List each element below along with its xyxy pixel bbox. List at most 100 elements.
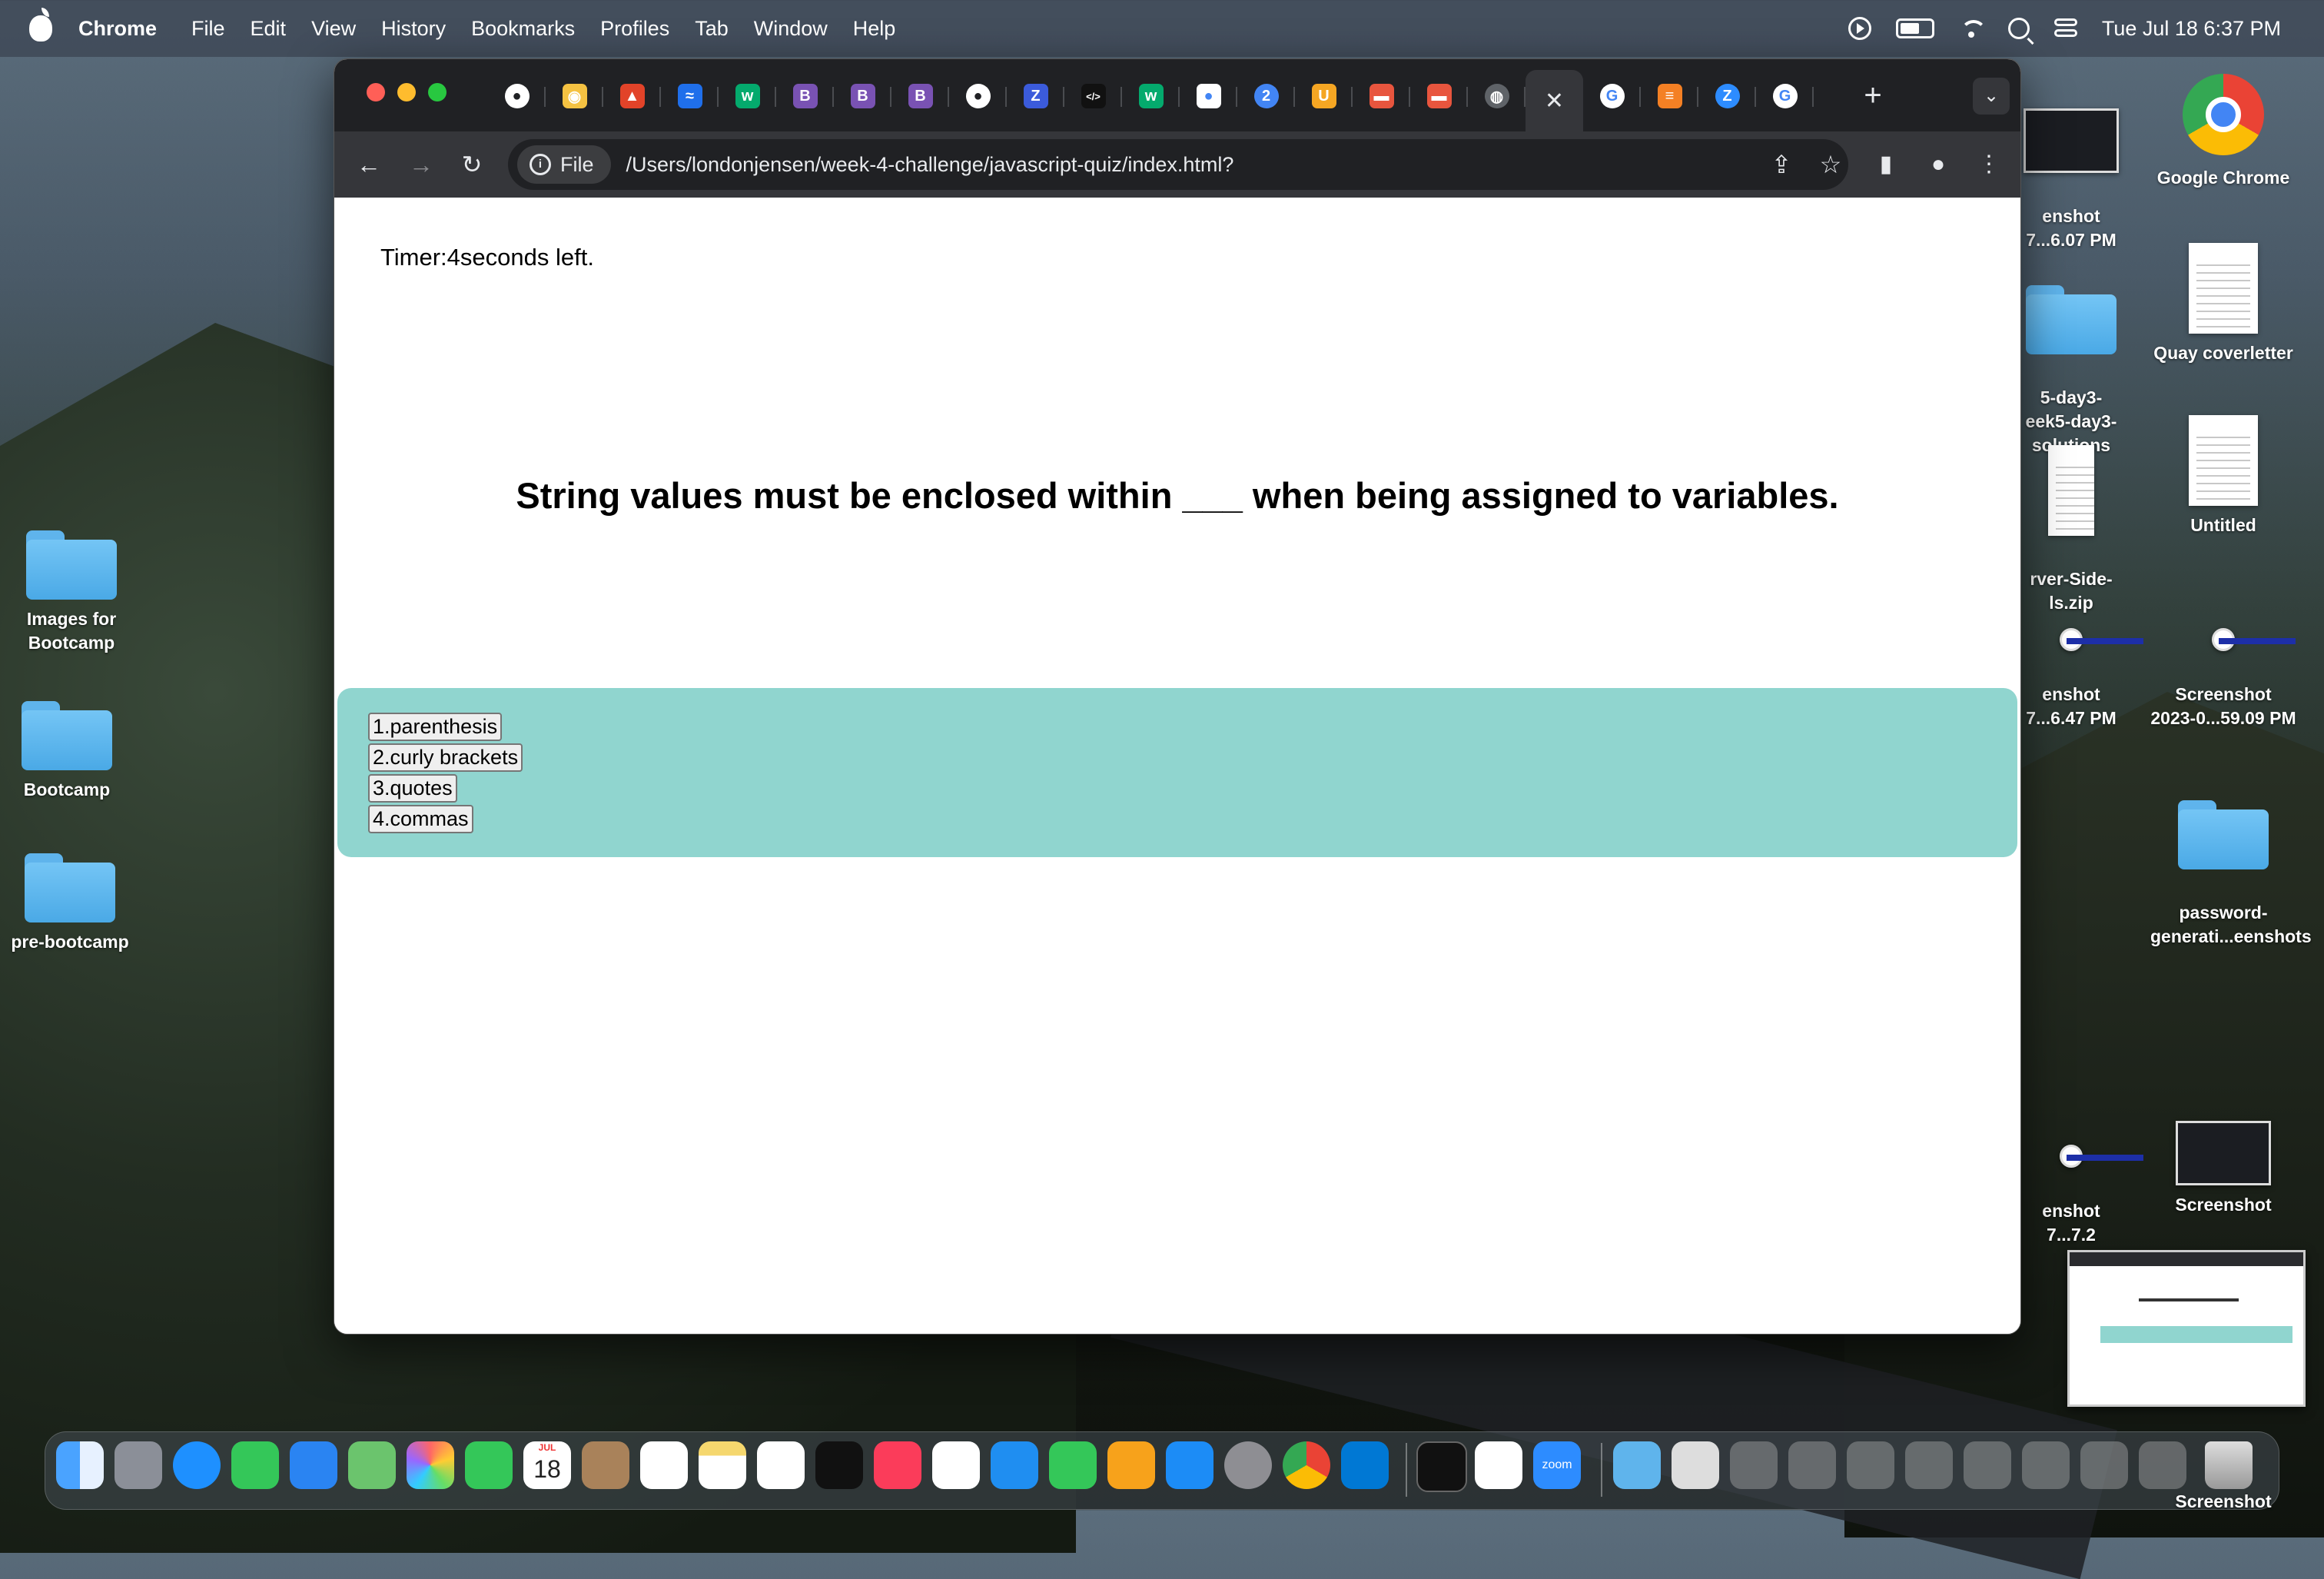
browser-tab[interactable]: Z	[1007, 70, 1064, 122]
browser-tab[interactable]: ●	[1180, 70, 1237, 122]
browser-tab[interactable]: w	[719, 70, 776, 122]
messages-icon[interactable]	[231, 1441, 279, 1489]
minimized-window-icon[interactable]	[2139, 1441, 2186, 1489]
apple-menu-icon[interactable]	[29, 8, 52, 42]
minimized-window-icon[interactable]	[2080, 1441, 2128, 1489]
app-menu[interactable]: Chrome	[78, 17, 157, 41]
browser-tab[interactable]: U	[1295, 70, 1353, 122]
battery-icon[interactable]	[1895, 18, 1934, 38]
zoom-window-icon[interactable]	[428, 83, 447, 101]
screenshot-preview-thumbnail[interactable]	[2067, 1250, 2306, 1407]
minimized-window-icon[interactable]	[1730, 1441, 1778, 1489]
desktop-file-untitled[interactable]: Untitled	[2150, 415, 2296, 537]
calendar-icon[interactable]: JUL 18	[523, 1441, 571, 1489]
menu-bookmarks[interactable]: Bookmarks	[471, 17, 575, 41]
reload-icon[interactable]: ↻	[453, 145, 491, 184]
contacts-icon[interactable]	[582, 1441, 629, 1489]
apple-tv-icon[interactable]	[815, 1441, 863, 1489]
answer-button-2[interactable]: 2.curly brackets	[368, 743, 523, 772]
trash-icon[interactable]	[2205, 1441, 2253, 1489]
close-icon[interactable]: ✕	[1545, 88, 1564, 115]
browser-tab[interactable]: ≈	[661, 70, 719, 122]
minimized-window-icon[interactable]	[1788, 1441, 1836, 1489]
news-icon[interactable]	[932, 1441, 980, 1489]
mail-icon[interactable]	[290, 1441, 337, 1489]
site-info-chip[interactable]: i File	[517, 145, 611, 184]
menu-edit[interactable]: Edit	[251, 17, 287, 41]
browser-tab[interactable]: 2	[1237, 70, 1295, 122]
wifi-icon[interactable]	[1959, 18, 1987, 38]
desktop-folder-images-for-bootcamp[interactable]: Images for Bootcamp	[0, 530, 144, 655]
share-icon[interactable]: ⇪	[1764, 147, 1799, 182]
browser-tab[interactable]: G	[1583, 70, 1641, 122]
desktop-file-screenshot[interactable]: Screenshot	[2150, 1490, 2296, 1514]
safari-icon[interactable]	[173, 1441, 221, 1489]
desktop-folder-pre-bootcamp[interactable]: pre-bootcamp	[0, 853, 143, 954]
menu-help[interactable]: Help	[853, 17, 896, 41]
finder-icon[interactable]	[56, 1441, 104, 1489]
chrome-icon[interactable]	[1283, 1441, 1330, 1489]
close-window-icon[interactable]	[367, 83, 385, 101]
terminal-icon[interactable]	[1416, 1441, 1467, 1492]
photos-icon[interactable]	[407, 1441, 454, 1489]
browser-tab[interactable]: ▲	[603, 70, 661, 122]
menu-view[interactable]: View	[311, 17, 356, 41]
menu-tab[interactable]: Tab	[695, 17, 729, 41]
answer-button-4[interactable]: 4.commas	[368, 805, 473, 833]
notes-icon[interactable]	[699, 1441, 746, 1489]
minimize-window-icon[interactable]	[397, 83, 416, 101]
desktop-file-screenshot[interactable]: Screenshot 2023-0...59.09 PM	[2150, 604, 2296, 754]
zoom-icon[interactable]: zoom	[1533, 1441, 1581, 1489]
desktop-folder-bootcamp[interactable]: Bootcamp	[0, 701, 140, 802]
answer-button-3[interactable]: 3.quotes	[368, 774, 457, 803]
desktop-file-screenshot[interactable]: Screenshot	[2150, 1121, 2296, 1217]
browser-tab[interactable]: ✕	[1526, 70, 1583, 131]
new-tab-button[interactable]: +	[1854, 78, 1891, 115]
menu-clock[interactable]: Tue Jul 18 6:37 PM	[2102, 17, 2281, 41]
recent-document-icon[interactable]	[1672, 1441, 1719, 1489]
browser-tab[interactable]: ●	[949, 70, 1007, 122]
menu-history[interactable]: History	[381, 17, 446, 41]
browser-tab[interactable]: w	[1122, 70, 1180, 122]
keynote-icon[interactable]	[991, 1441, 1038, 1489]
bookmark-star-icon[interactable]: ☆	[1813, 147, 1848, 182]
browser-tab[interactable]: ≡	[1641, 70, 1698, 122]
launchpad-icon[interactable]	[115, 1441, 162, 1489]
browser-tab[interactable]: B	[891, 70, 949, 122]
reminders-icon[interactable]	[640, 1441, 688, 1489]
desktop-app-google-chrome[interactable]: Google Chrome	[2150, 74, 2296, 190]
back-arrow-icon[interactable]: ←	[350, 145, 388, 184]
browser-tab[interactable]: ▬	[1353, 70, 1410, 122]
url-text[interactable]: /Users/londonjensen/week-4-challenge/jav…	[626, 153, 1234, 177]
side-panel-icon[interactable]: ▮	[1870, 148, 1902, 181]
pages-icon[interactable]	[1107, 1441, 1155, 1489]
menu-file[interactable]: File	[191, 17, 225, 41]
music-icon[interactable]	[874, 1441, 921, 1489]
browser-tab[interactable]: Z	[1698, 70, 1756, 122]
now-playing-icon[interactable]	[1848, 17, 1871, 40]
vscode-icon[interactable]	[1341, 1441, 1389, 1489]
spotlight-search-icon[interactable]	[2007, 18, 2030, 39]
facetime-icon[interactable]	[465, 1441, 513, 1489]
forward-arrow-icon[interactable]: →	[402, 145, 440, 184]
slack-icon[interactable]	[1475, 1441, 1522, 1489]
downloads-folder-icon[interactable]	[1613, 1441, 1661, 1489]
app-store-icon[interactable]	[1166, 1441, 1213, 1489]
browser-tab[interactable]: B	[776, 70, 834, 122]
freeform-icon[interactable]	[757, 1441, 805, 1489]
browser-tab[interactable]: </>	[1064, 70, 1122, 122]
more-menu-icon[interactable]: ⋮	[1973, 148, 2005, 181]
browser-tab[interactable]: ◉	[546, 70, 603, 122]
maps-icon[interactable]	[348, 1441, 396, 1489]
minimized-window-icon[interactable]	[1964, 1441, 2011, 1489]
desktop-file-quay-coverletter[interactable]: Quay coverletter	[2150, 243, 2296, 365]
desktop-folder-password-generator[interactable]: password- generati...eenshots	[2150, 776, 2312, 972]
browser-tab[interactable]: ●	[488, 70, 546, 122]
menu-window[interactable]: Window	[754, 17, 828, 41]
browser-tab[interactable]: B	[834, 70, 891, 122]
minimized-window-icon[interactable]	[1905, 1441, 1953, 1489]
minimized-window-icon[interactable]	[1847, 1441, 1894, 1489]
minimized-window-icon[interactable]	[2022, 1441, 2070, 1489]
tab-search-button[interactable]: ⌄	[1973, 78, 2010, 115]
control-center-icon[interactable]	[2053, 18, 2077, 38]
